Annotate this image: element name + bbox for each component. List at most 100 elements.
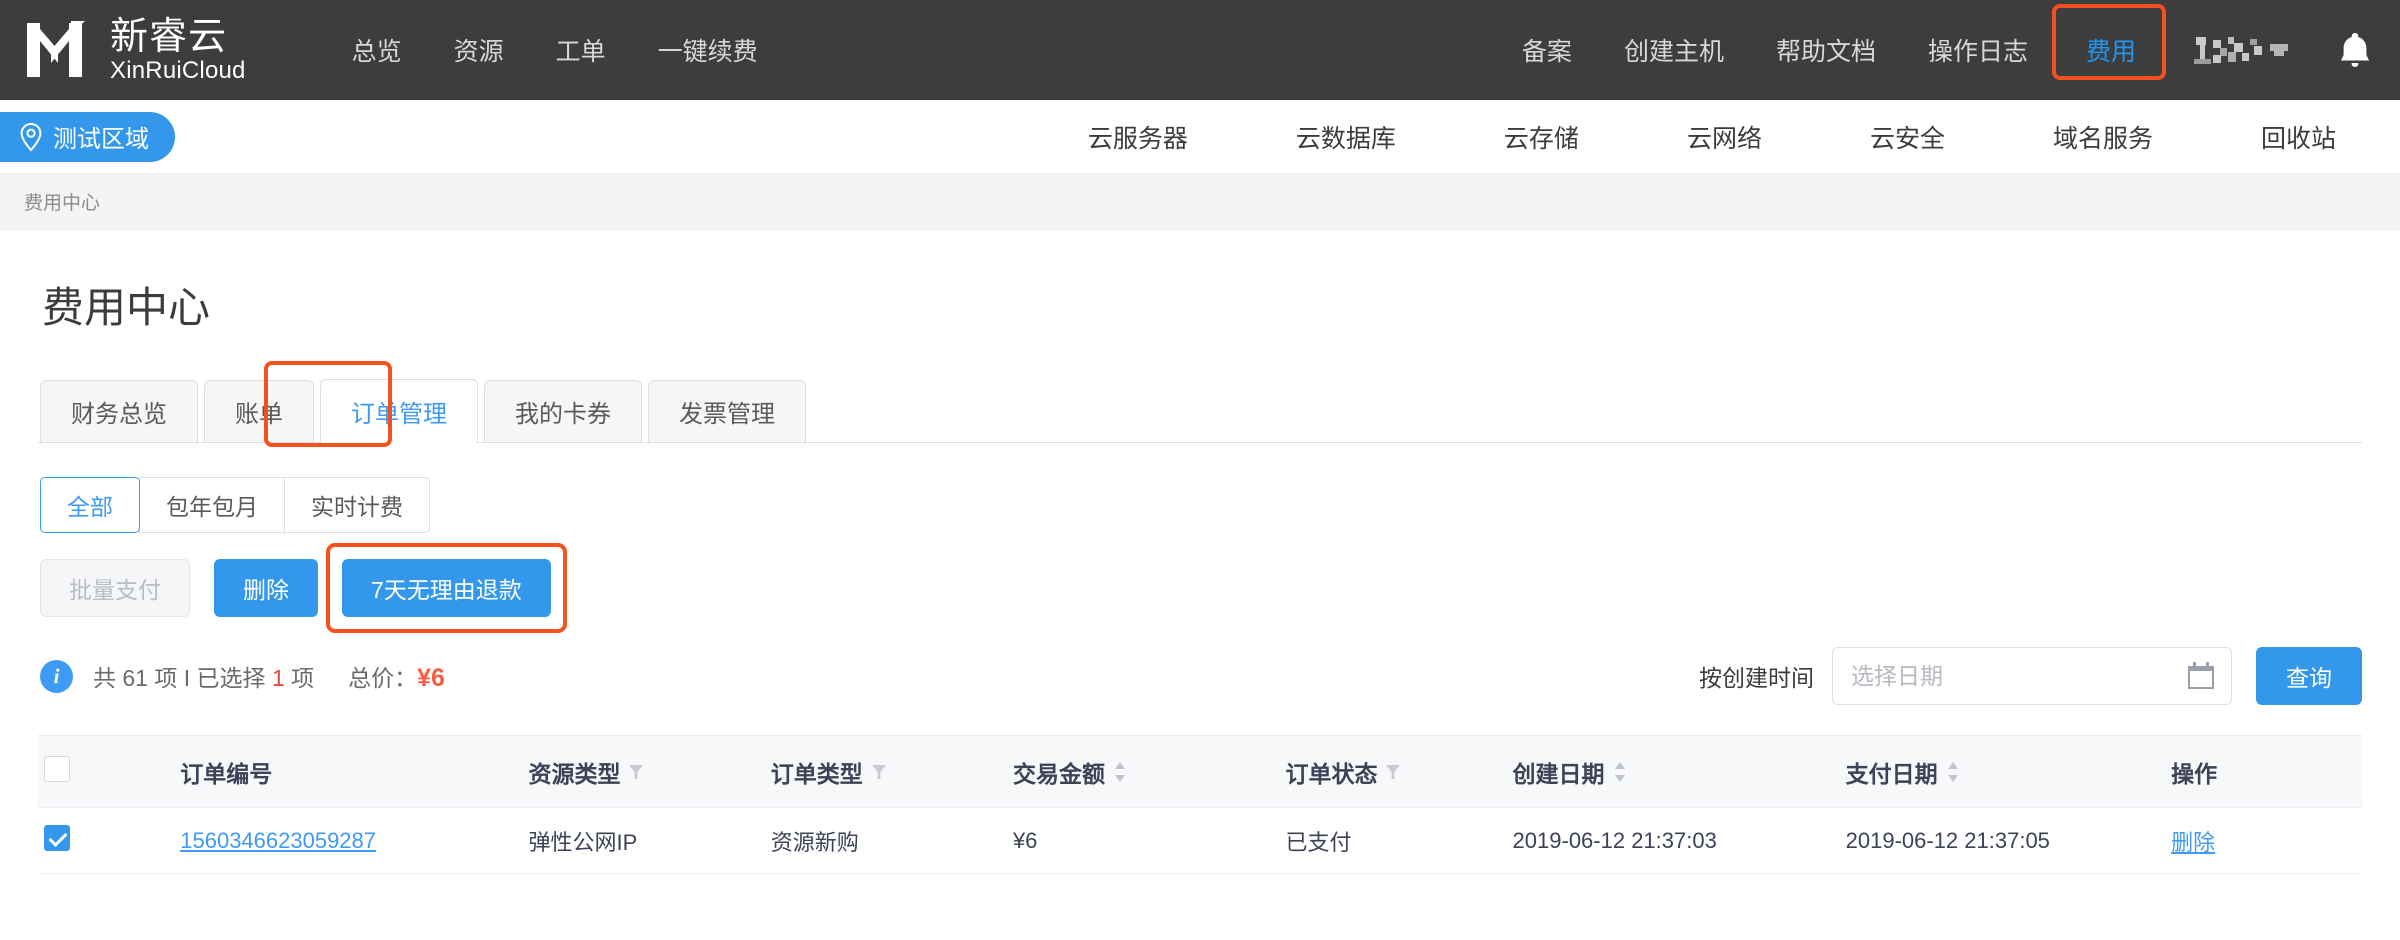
top-header: 新睿云 XinRuiCloud 总览 资源 工单 一键续费 备案 创建主机 帮助… bbox=[0, 0, 2400, 100]
user-menu[interactable] bbox=[2194, 33, 2304, 67]
nav-item-fee-wrapper: 费用 bbox=[2051, 4, 2168, 80]
th-operation-label: 操作 bbox=[2171, 760, 2218, 787]
refund-button[interactable]: 7天无理由退款 bbox=[342, 559, 551, 617]
breadcrumb: 费用中心 bbox=[0, 174, 2400, 230]
date-input[interactable] bbox=[1849, 661, 2187, 691]
th-order-id-label: 订单编号 bbox=[180, 760, 273, 787]
xinruicloud-logo-icon bbox=[27, 21, 85, 77]
header-right-nav: 备案 创建主机 帮助文档 操作日志 费用 bbox=[1496, 4, 2372, 80]
th-select-all bbox=[38, 735, 175, 808]
selection-summary-count: 1 bbox=[271, 665, 285, 691]
th-order-type: 订单类型 bbox=[764, 735, 1007, 808]
tab-bar: 财务总览 账单 订单管理 我的卡券 发票管理 bbox=[38, 361, 2362, 447]
subnav-item-cloud-database[interactable]: 云数据库 bbox=[1242, 119, 1450, 155]
subnav-item-recycle-bin[interactable]: 回收站 bbox=[2207, 119, 2390, 155]
th-created-date-label: 创建日期 bbox=[1512, 760, 1605, 787]
cell-amount: ¥6 bbox=[1006, 807, 1280, 874]
selection-summary-prefix: 共 61 项 I 已选择 bbox=[93, 665, 272, 691]
tab-invoice-management[interactable]: 发票管理 bbox=[648, 380, 806, 442]
orders-table: 订单编号 资源类型 订单类型 交易金额 订单状态 创建日期 支付日期 操作 15… bbox=[38, 735, 2362, 874]
th-order-id: 订单编号 bbox=[174, 735, 523, 808]
batch-pay-button[interactable]: 批量支付 bbox=[40, 559, 190, 617]
segment-pay-as-you-go[interactable]: 实时计费 bbox=[284, 477, 430, 533]
subnav-item-cloud-security[interactable]: 云安全 bbox=[1816, 119, 1999, 155]
th-created-date: 创建日期 bbox=[1506, 735, 1840, 808]
region-label: 测试区域 bbox=[53, 126, 149, 153]
date-filter-label: 按创建时间 bbox=[1699, 665, 1814, 691]
cell-paid-date: 2019-06-12 21:37:05 bbox=[1839, 807, 2166, 874]
cell-resource-type: 弹性公网IP bbox=[522, 807, 765, 874]
nav-item-create-host[interactable]: 创建主机 bbox=[1598, 32, 1750, 68]
nav-item-one-click-renew[interactable]: 一键续费 bbox=[632, 32, 784, 68]
service-nav: 云服务器 云数据库 云存储 云网络 云安全 域名服务 回收站 bbox=[1034, 119, 2400, 155]
subnav-item-cloud-server[interactable]: 云服务器 bbox=[1034, 119, 1242, 155]
total-price-label: 总价： bbox=[348, 665, 418, 691]
nav-item-resources[interactable]: 资源 bbox=[428, 32, 530, 68]
delete-button-wrapper: 删除 bbox=[214, 559, 318, 617]
subnav-item-domain-service[interactable]: 域名服务 bbox=[1999, 119, 2207, 155]
action-bar: 批量支付 删除 7天无理由退款 bbox=[38, 543, 2362, 633]
subnav-item-cloud-network[interactable]: 云网络 bbox=[1633, 119, 1816, 155]
subnav-item-cloud-storage[interactable]: 云存储 bbox=[1450, 119, 1633, 155]
logo[interactable]: 新睿云 XinRuiCloud bbox=[24, 18, 246, 83]
selection-summary: 共 61 项 I 已选择 1 项 bbox=[93, 659, 314, 693]
info-icon: i bbox=[40, 659, 73, 693]
th-paid-date-label: 支付日期 bbox=[1845, 760, 1938, 787]
nav-item-tickets[interactable]: 工单 bbox=[530, 32, 632, 68]
table-row: 1560346623059287 弹性公网IP 资源新购 ¥6 已支付 2019… bbox=[38, 807, 2362, 874]
row-delete-link[interactable]: 删除 bbox=[2171, 830, 2215, 855]
nav-item-filing[interactable]: 备案 bbox=[1496, 32, 1598, 68]
delete-button[interactable]: 删除 bbox=[214, 559, 318, 617]
sort-icon[interactable] bbox=[1946, 761, 1960, 783]
order-id-link[interactable]: 1560346623059287 bbox=[180, 828, 376, 853]
tab-my-coupons[interactable]: 我的卡券 bbox=[484, 380, 642, 442]
billing-type-filter: 全部 包年包月 实时计费 bbox=[38, 477, 2362, 533]
segment-subscription[interactable]: 包年包月 bbox=[139, 477, 285, 533]
sort-icon[interactable] bbox=[1113, 761, 1127, 783]
query-button[interactable]: 查询 bbox=[2256, 647, 2362, 705]
tab-bills[interactable]: 账单 bbox=[204, 380, 314, 442]
th-paid-date: 支付日期 bbox=[1839, 735, 2166, 808]
nav-item-operation-log[interactable]: 操作日志 bbox=[1902, 32, 2054, 68]
cell-order-id: 1560346623059287 bbox=[174, 807, 523, 874]
sort-icon[interactable] bbox=[1613, 761, 1627, 783]
selection-summary-suffix: 项 bbox=[284, 665, 315, 691]
region-selector[interactable]: 测试区域 bbox=[0, 111, 175, 162]
cell-created-date: 2019-06-12 21:37:03 bbox=[1506, 807, 1840, 874]
cell-order-type: 资源新购 bbox=[764, 807, 1007, 874]
bell-icon[interactable] bbox=[2338, 30, 2372, 70]
segment-all[interactable]: 全部 bbox=[40, 477, 140, 533]
th-status: 订单状态 bbox=[1279, 735, 1507, 808]
calendar-icon[interactable] bbox=[2187, 661, 2215, 691]
location-pin-icon bbox=[20, 122, 42, 151]
th-order-type-label: 订单类型 bbox=[770, 760, 863, 787]
tab-order-management[interactable]: 订单管理 bbox=[320, 379, 478, 443]
th-resource-type-label: 资源类型 bbox=[528, 760, 621, 787]
tab-financial-overview[interactable]: 财务总览 bbox=[40, 380, 198, 442]
filter-icon[interactable] bbox=[1385, 763, 1401, 781]
nav-item-help-docs[interactable]: 帮助文档 bbox=[1750, 32, 1902, 68]
breadcrumb-item-fee-center[interactable]: 费用中心 bbox=[24, 188, 100, 215]
select-all-checkbox[interactable] bbox=[44, 755, 70, 782]
table-header-row: 订单编号 资源类型 订单类型 交易金额 订单状态 创建日期 支付日期 操作 bbox=[38, 735, 2362, 808]
logo-name-en: XinRuiCloud bbox=[110, 56, 246, 84]
primary-nav: 总览 资源 工单 一键续费 bbox=[326, 32, 784, 68]
filter-icon[interactable] bbox=[628, 763, 644, 781]
page-title: 费用中心 bbox=[42, 284, 211, 331]
total-price-value: ¥6 bbox=[417, 664, 445, 692]
refund-button-wrapper: 7天无理由退款 bbox=[326, 543, 567, 633]
date-input-wrapper[interactable] bbox=[1832, 647, 2232, 705]
info-and-filter-row: i 共 61 项 I 已选择 1 项 总价：¥6 按创建时间 查询 bbox=[38, 647, 2362, 705]
nav-item-overview[interactable]: 总览 bbox=[326, 32, 428, 68]
cell-operation: 删除 bbox=[2165, 807, 2362, 874]
nav-item-fee[interactable]: 费用 bbox=[2060, 38, 2162, 66]
date-filter-group: 按创建时间 查询 bbox=[1699, 647, 2362, 705]
cell-status: 已支付 bbox=[1279, 807, 1507, 874]
filter-icon[interactable] bbox=[871, 763, 887, 781]
th-resource-type: 资源类型 bbox=[522, 735, 765, 808]
page-body: 费用中心 财务总览 账单 订单管理 我的卡券 发票管理 全部 包年包月 实时计费… bbox=[0, 274, 2400, 874]
th-amount-label: 交易金额 bbox=[1012, 760, 1105, 787]
th-amount: 交易金额 bbox=[1006, 735, 1280, 808]
row-checkbox[interactable] bbox=[44, 824, 70, 851]
th-status-label: 订单状态 bbox=[1285, 760, 1378, 787]
